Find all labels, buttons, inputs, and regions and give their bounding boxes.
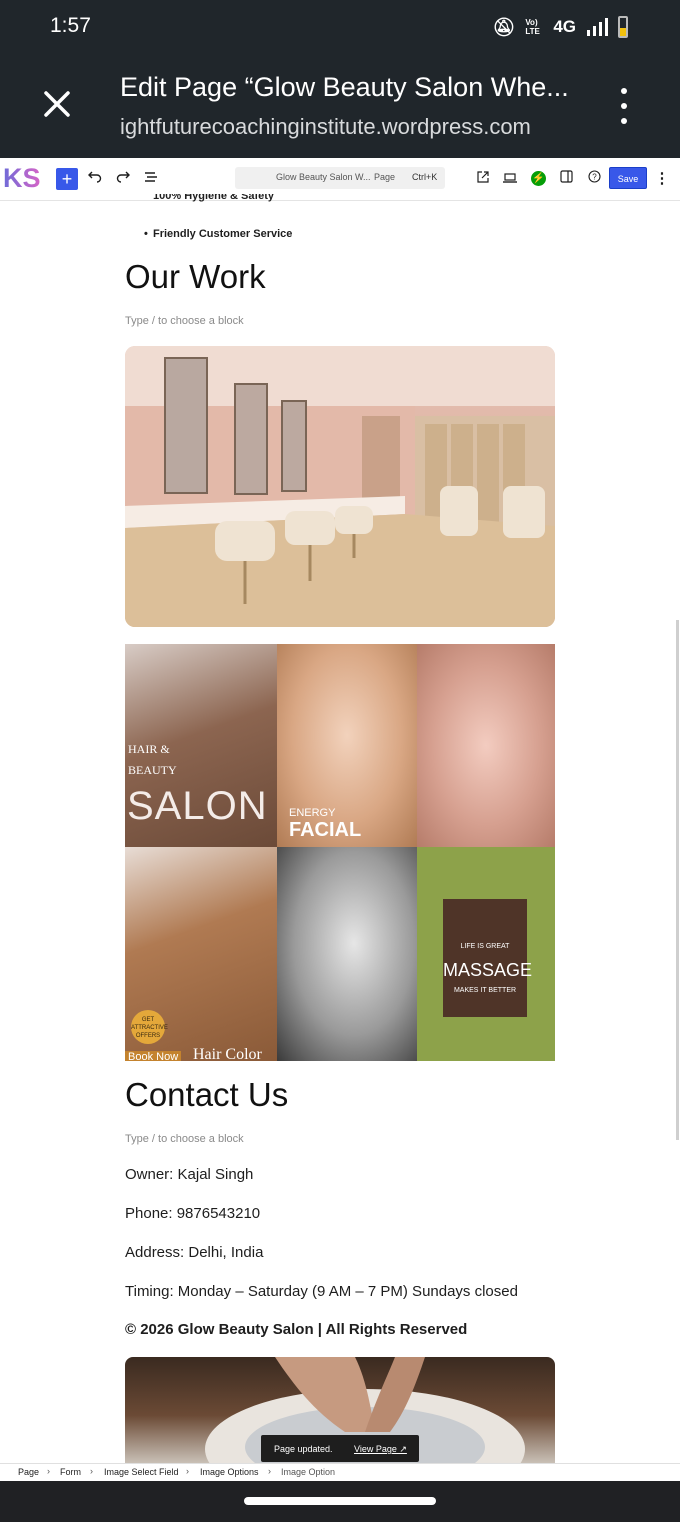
document-overview-button[interactable] (140, 168, 162, 190)
copyright-paragraph[interactable]: © 2026 Glow Beauty Salon | All Rights Re… (125, 1321, 467, 1338)
breadcrumb-item[interactable]: Image Option (281, 1467, 335, 1477)
close-button[interactable] (42, 89, 72, 119)
view-page-button[interactable] (472, 168, 494, 190)
status-icons: 🔕︎ Vo) LTE 4G (492, 16, 628, 38)
list-item[interactable]: 100% Hygiene & Safety (153, 194, 274, 203)
help-icon: ? (587, 170, 601, 183)
massage-tile: LIFE IS GREAT MASSAGE MAKES IT BETTER (417, 847, 555, 1061)
block-placeholder[interactable]: Type / to choose a block (125, 315, 244, 327)
dot-icon (621, 118, 627, 124)
status-time: 1:57 (50, 14, 91, 37)
external-link-icon (477, 171, 489, 183)
redo-icon (116, 171, 130, 183)
preview-button[interactable] (499, 168, 521, 190)
tile-label: HAIR & (128, 742, 170, 756)
site-logo[interactable]: KS (3, 163, 41, 194)
facial-tile: ENERGY FACIAL (277, 644, 417, 847)
help-button[interactable]: ? (583, 168, 605, 190)
services-collage-image[interactable]: HAIR & BEAUTY SALON ENERGY FACIAL GET AT… (125, 644, 555, 1061)
command-shortcut: Ctrl+K (412, 172, 438, 182)
sidebar-icon (559, 170, 573, 183)
tile-label: Hair Color (193, 1046, 262, 1061)
jetpack-icon[interactable]: ⚡ (531, 171, 546, 186)
eye-makeup-tile (277, 847, 417, 1061)
tile-label: BEAUTY (128, 763, 177, 777)
address-paragraph[interactable]: Address: Delhi, India (125, 1244, 263, 1261)
home-gesture-handle[interactable] (244, 1497, 436, 1505)
tile-label: FACIAL (289, 819, 362, 841)
salon-interior-illustration (125, 346, 555, 627)
list-view-icon (145, 172, 157, 182)
owner-paragraph[interactable]: Owner: Kajal Singh (125, 1166, 253, 1183)
snackbar-message: Page updated. (274, 1444, 333, 1454)
undo-button[interactable] (84, 168, 106, 190)
tile-label: Book Now (125, 1051, 182, 1061)
signal-icon (587, 18, 608, 36)
document-type: Page (374, 172, 396, 182)
timing-paragraph[interactable]: Timing: Monday – Saturday (9 AM – 7 PM) … (125, 1283, 518, 1300)
battery-icon (618, 16, 628, 38)
breadcrumb-item[interactable]: Image Options (200, 1467, 259, 1477)
svg-text:?: ? (592, 173, 597, 182)
desktop-icon (503, 173, 517, 183)
chevron-right-icon: › (90, 1466, 93, 1476)
chevron-right-icon: › (186, 1466, 189, 1476)
redo-button[interactable] (112, 168, 134, 190)
dot-icon (621, 88, 627, 94)
heading-our-work[interactable]: Our Work (125, 258, 266, 296)
block-breadcrumb: Page › Form › Image Select Field › Image… (0, 1463, 680, 1482)
tile-label: MAKES IT BETTER (453, 987, 517, 994)
chevron-right-icon: › (47, 1466, 50, 1476)
breadcrumb-item[interactable]: Image Select Field (104, 1467, 179, 1477)
breadcrumb-item[interactable]: Form (60, 1467, 81, 1477)
save-button[interactable]: Save (609, 167, 647, 189)
document-bar[interactable]: Glow Beauty Salon W... Page Ctrl+K (235, 167, 445, 189)
settings-sidebar-button[interactable] (555, 168, 577, 190)
view-page-link[interactable]: View Page ↗ (354, 1444, 407, 1455)
more-options-button[interactable] (612, 88, 636, 124)
undo-icon (88, 171, 102, 183)
tile-label: ENERGY (289, 807, 336, 819)
list-item[interactable]: Friendly Customer Service (144, 228, 292, 240)
block-placeholder[interactable]: Type / to choose a block (125, 1133, 244, 1145)
salon-interior-image[interactable] (125, 346, 555, 627)
tab-url[interactable]: ightfuturecoachinginstitute.wordpress.co… (120, 114, 531, 140)
offer-badge: GET ATTRACTIVE OFFERS (131, 1010, 168, 1044)
tab-title: Edit Page “Glow Beauty Salon Whe... (120, 72, 569, 102)
mute-bell-icon: 🔕︎ (492, 16, 516, 37)
network-type: 4G (553, 17, 576, 36)
block-inserter-button[interactable]: + (56, 168, 78, 190)
breadcrumb-item[interactable]: Page (18, 1467, 39, 1477)
document-title: Glow Beauty Salon W... (276, 172, 371, 182)
chevron-right-icon: › (268, 1466, 271, 1476)
close-icon (44, 91, 70, 117)
tile-label: SALON (127, 784, 268, 828)
hair-beauty-tile: HAIR & BEAUTY SALON (125, 644, 277, 847)
hair-color-tile: GET ATTRACTIVE OFFERS Book Now Hair Colo… (125, 847, 277, 1061)
makeup-tile (417, 644, 555, 847)
phone-paragraph[interactable]: Phone: 9876543210 (125, 1205, 260, 1222)
dot-icon (621, 103, 627, 109)
heading-contact-us[interactable]: Contact Us (125, 1076, 288, 1114)
tile-label: LIFE IS GREAT (460, 943, 510, 950)
tile-label: MASSAGE (443, 960, 533, 980)
volte-label: Vo) LTE (525, 18, 540, 36)
snackbar: Page updated. View Page ↗ (261, 1435, 419, 1462)
scrollbar-thumb[interactable] (676, 620, 679, 1140)
massage-panel (443, 899, 527, 1017)
options-menu-button[interactable]: ⋮ (653, 168, 671, 190)
